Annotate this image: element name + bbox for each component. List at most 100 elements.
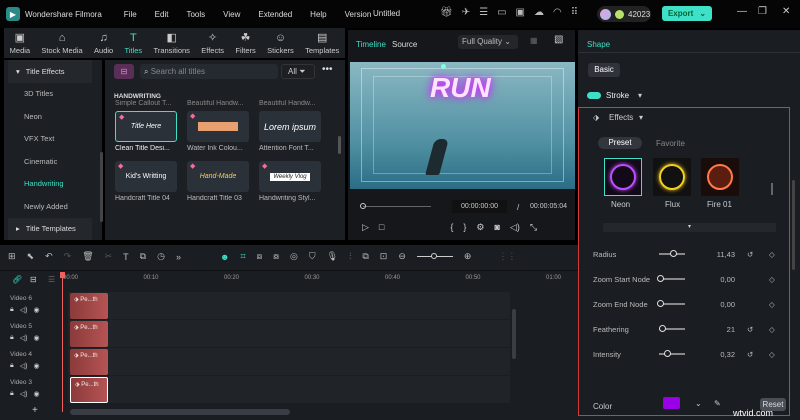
close-icon[interactable]: ✕ xyxy=(782,6,790,17)
playback-scrubber[interactable] xyxy=(360,203,431,209)
menu-file[interactable]: File xyxy=(124,10,137,19)
eyedropper-icon[interactable]: ✎ xyxy=(714,399,721,408)
title-thumbnail[interactable]: Lorem ipsum xyxy=(259,111,321,142)
headset-icon[interactable]: ◠ xyxy=(553,7,562,18)
title-thumbnail[interactable]: ◆ Kid's Writting xyxy=(115,161,177,192)
scrubber-knob[interactable] xyxy=(360,203,366,209)
param-value[interactable]: 0,32 xyxy=(689,350,735,359)
zoom-out-icon[interactable]: ⊖ xyxy=(398,251,406,262)
title-item[interactable]: ◆ Hand-Made Handcraft Title 03 xyxy=(187,161,249,211)
title-item[interactable]: Lorem ipsum Attention Font T... xyxy=(259,111,321,161)
play-icon[interactable]: ▷ xyxy=(362,222,369,233)
minimize-icon[interactable]: — xyxy=(737,6,747,17)
keyframe-icon[interactable]: ◇ xyxy=(769,325,775,334)
microphone-icon[interactable]: 🎙︎ xyxy=(327,251,338,262)
snap-icon[interactable]: ⌗ xyxy=(240,251,245,262)
tab-media[interactable]: ▣ Media xyxy=(10,31,30,55)
menu-version[interactable]: Version xyxy=(345,10,372,19)
tab-timeline[interactable]: Timeline xyxy=(356,40,386,49)
shield-icon[interactable]: ⛉ xyxy=(309,251,316,262)
tab-basic[interactable]: Basic xyxy=(588,63,620,77)
sidebar-item-neon[interactable]: Neon xyxy=(4,105,102,128)
mute-icon[interactable]: ◁) xyxy=(20,390,28,398)
titles-folder-button[interactable]: ⊟ xyxy=(114,64,134,79)
undo-icon[interactable]: ↶ xyxy=(45,251,53,262)
fullscreen-icon[interactable]: ⤡ xyxy=(530,222,537,233)
menu-help[interactable]: Help xyxy=(310,10,326,19)
vertical-scrollbar[interactable] xyxy=(512,309,516,359)
slider-knob[interactable] xyxy=(657,300,664,307)
sidebar-scrollbar[interactable] xyxy=(100,152,103,222)
slider-knob[interactable] xyxy=(657,275,664,282)
reset-icon[interactable]: ↺ xyxy=(747,250,757,259)
preset-fire[interactable] xyxy=(701,158,739,196)
title-thumbnail[interactable]: ◆ Weekly Vlog xyxy=(259,161,321,192)
tab-stock-media[interactable]: ⌂ Stock Media xyxy=(41,32,82,55)
title-thumbnail[interactable]: ◆ Title Here xyxy=(115,111,177,142)
reset-icon[interactable]: ↺ xyxy=(747,325,757,334)
zoom-slider-knob[interactable] xyxy=(430,253,437,259)
group-icon[interactable]: ⊟ xyxy=(30,275,37,284)
link-icon[interactable]: 🔗︎ xyxy=(12,275,22,284)
notes-icon[interactable]: ☰ xyxy=(479,7,488,18)
title-item[interactable]: ◆ Water Ink Colou... xyxy=(187,111,249,161)
timeline-clip[interactable]: ⬗ Pe...th xyxy=(70,293,108,319)
more-icon[interactable]: ••• xyxy=(322,64,333,75)
preset-tab[interactable]: Preset xyxy=(598,137,642,149)
param-value[interactable]: 0,00 xyxy=(689,300,735,309)
effects-label[interactable]: Effects xyxy=(609,113,633,122)
select-tool-icon[interactable]: ⬉ xyxy=(27,251,35,262)
sidebar-item-vfx-text[interactable]: VFX Text xyxy=(4,128,102,151)
credits-badge[interactable]: 42023 xyxy=(597,6,651,22)
caret-down-icon[interactable]: ▾ xyxy=(638,91,642,100)
sidebar-item-cinematic[interactable]: Cinematic xyxy=(4,150,102,173)
export-button[interactable]: Export ⌄ xyxy=(662,6,712,21)
mark-in-icon[interactable]: { xyxy=(450,222,453,233)
tab-templates[interactable]: ▤ Templates xyxy=(305,31,339,55)
slider-knob[interactable] xyxy=(664,350,672,357)
mute-icon[interactable]: ◁) xyxy=(20,334,28,342)
fit-icon[interactable]: ⊡ xyxy=(380,251,388,262)
tab-effects[interactable]: ✧ Effects xyxy=(201,31,224,55)
mixer-icon[interactable]: ⫶ xyxy=(349,251,351,262)
timeline-clip[interactable]: ⬗ Pe...th xyxy=(70,349,108,375)
keyframe-icon[interactable]: ◇ xyxy=(769,350,775,359)
delete-icon[interactable]: 🗑︎ xyxy=(82,251,93,262)
tab-stickers[interactable]: ☺ Stickers xyxy=(267,32,294,55)
menu-view[interactable]: View xyxy=(223,10,240,19)
slider-knob[interactable] xyxy=(659,325,667,332)
lock-icon[interactable]: 🔒︎ xyxy=(10,306,14,314)
inspector-scrollbar[interactable] xyxy=(792,180,795,270)
restore-icon[interactable]: ❐ xyxy=(758,6,767,17)
menu-tools[interactable]: Tools xyxy=(186,10,205,19)
title-thumbnail[interactable]: ◆ xyxy=(187,111,249,142)
track-manage-icon[interactable]: ☰ xyxy=(48,275,55,284)
sidebar-title-effects[interactable]: ▾ Title Effects xyxy=(8,60,92,83)
presets-scrollbar[interactable] xyxy=(771,183,773,195)
gift-icon[interactable]: 🎁︎ xyxy=(440,7,453,18)
chevron-down-icon[interactable]: ⌄ xyxy=(695,399,702,408)
more-tools-icon[interactable]: » xyxy=(176,252,181,262)
expand-presets-button[interactable]: ▾ xyxy=(603,223,776,232)
param-value[interactable]: 11,43 xyxy=(689,250,735,259)
keyframe-icon[interactable]: ◇ xyxy=(769,300,775,309)
eye-icon[interactable]: ◉ xyxy=(33,390,39,398)
replace-icon[interactable]: ⧉ xyxy=(362,251,368,262)
add-track-icon[interactable]: + xyxy=(32,405,38,416)
horizontal-scrollbar[interactable] xyxy=(70,409,290,415)
favorite-tab[interactable]: Favorite xyxy=(656,139,685,148)
reset-icon[interactable]: ↺ xyxy=(747,350,757,359)
eye-icon[interactable]: ◉ xyxy=(33,306,39,314)
speed-icon[interactable]: ◷ xyxy=(157,251,165,262)
search-input[interactable]: ⌕ Search all titles xyxy=(140,64,278,79)
render-preview-icon[interactable]: ◎ xyxy=(290,251,298,262)
param-value[interactable]: 21 xyxy=(689,325,735,334)
ai-icon[interactable]: ☻ xyxy=(220,252,229,262)
keyframe-icon[interactable]: ◇ xyxy=(769,275,775,284)
lock-icon[interactable]: 🔒︎ xyxy=(10,362,14,370)
megaphone-icon[interactable]: ✈︎ xyxy=(462,7,470,18)
timeline-clip[interactable]: ⬗ Pe...th xyxy=(70,377,108,403)
layout-icon[interactable]: ⊞ xyxy=(8,251,16,262)
zoom-slider[interactable] xyxy=(416,253,453,259)
menu-edit[interactable]: Edit xyxy=(155,10,169,19)
